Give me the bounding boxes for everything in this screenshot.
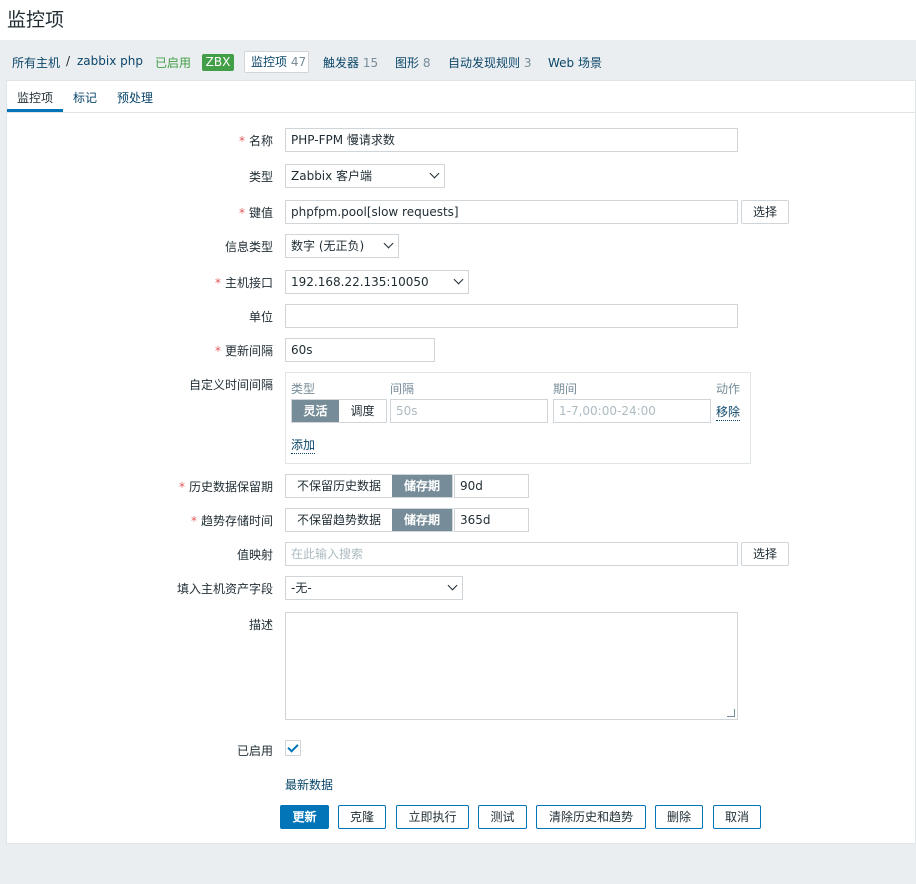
trends-input[interactable]: 365d <box>454 508 529 532</box>
custom-intervals-label: 自定义时间间隔 <box>188 378 273 392</box>
checkmark-icon <box>287 741 299 753</box>
custom-intervals-table: 类型 间隔 期间 动作 灵活 调度 50s 1-7,00:00-24:00 移除… <box>285 372 751 464</box>
type-select[interactable]: Zabbix 客户端 <box>285 164 445 188</box>
ci-flexible-option[interactable]: 灵活 <box>292 400 339 422</box>
inventory-label: 填入主机资产字段 <box>176 582 273 596</box>
ci-remove-link[interactable]: 移除 <box>716 403 741 421</box>
ci-header-type: 类型 <box>291 382 316 396</box>
ci-period-input[interactable]: 1-7,00:00-24:00 <box>553 399 711 423</box>
trends-no-storage-option[interactable]: 不保留趋势数据 <box>286 509 392 531</box>
tab-tags[interactable]: 标记 <box>73 89 97 106</box>
delete-button[interactable]: 删除 <box>655 805 703 829</box>
breadcrumb-items-tab[interactable]: 监控项 47 <box>244 51 309 73</box>
active-tab-indicator <box>7 109 63 112</box>
valuemap-input[interactable]: 在此输入搜索 <box>285 542 738 566</box>
enabled-label: 已启用 <box>236 744 273 758</box>
breadcrumb-all-hosts[interactable]: 所有主机 <box>12 54 60 71</box>
name-label: * 名称 <box>238 134 273 148</box>
info-type-label: 信息类型 <box>224 240 273 254</box>
history-storage-option[interactable]: 储存期 <box>392 475 452 497</box>
breadcrumb-graphs[interactable]: 图形 8 <box>395 54 430 71</box>
breadcrumb-separator: / <box>66 54 71 68</box>
history-input[interactable]: 90d <box>454 474 529 498</box>
clone-button[interactable]: 克隆 <box>338 805 386 829</box>
chevron-down-icon <box>383 238 394 249</box>
history-toggle: 不保留历史数据 储存期 <box>285 474 453 498</box>
valuemap-select-button[interactable]: 选择 <box>741 542 789 566</box>
breadcrumb-host[interactable]: zabbix php <box>77 54 143 68</box>
test-button[interactable]: 测试 <box>478 805 527 829</box>
valuemap-label: 值映射 <box>236 548 273 562</box>
key-select-button[interactable]: 选择 <box>741 200 789 224</box>
page-header: 监控项 <box>0 0 916 40</box>
chevron-down-icon <box>429 168 440 179</box>
chevron-down-icon <box>453 274 464 285</box>
ci-header-interval: 间隔 <box>390 382 415 396</box>
trends-label: * 趋势存储时间 <box>190 514 273 528</box>
page-title: 监控项 <box>7 9 65 31</box>
breadcrumb-web[interactable]: Web 场景 <box>548 54 602 71</box>
execute-now-button[interactable]: 立即执行 <box>396 805 469 829</box>
form-tabs: 监控项 标记 预处理 <box>7 81 916 113</box>
units-input[interactable] <box>285 304 738 328</box>
history-label: * 历史数据保留期 <box>178 480 273 494</box>
inventory-select[interactable]: -无- <box>285 576 463 600</box>
trends-toggle: 不保留趋势数据 储存期 <box>285 508 453 532</box>
tab-preprocessing[interactable]: 预处理 <box>117 89 153 106</box>
type-label: 类型 <box>248 170 273 184</box>
units-label: 单位 <box>248 310 273 324</box>
ci-scheduling-option[interactable]: 调度 <box>339 400 386 422</box>
item-form: 监控项 标记 预处理 * 名称 PHP-FPM 慢请求数 类型 Zabbix 客户… <box>6 80 916 844</box>
description-label: 描述 <box>248 618 273 632</box>
interface-label: * 主机接口 <box>214 276 273 290</box>
zbx-availability-badge: ZBX <box>202 54 234 71</box>
ci-add-link[interactable]: 添加 <box>291 436 316 454</box>
interface-select[interactable]: 192.168.22.135:10050 <box>285 270 469 294</box>
info-type-select[interactable]: 数字 (无正负) <box>285 234 399 258</box>
enabled-checkbox[interactable] <box>285 740 301 756</box>
chevron-down-icon <box>447 580 458 591</box>
update-button[interactable]: 更新 <box>280 805 329 829</box>
description-textarea[interactable] <box>285 612 738 720</box>
key-label: * 键值 <box>238 206 273 220</box>
name-input[interactable]: PHP-FPM 慢请求数 <box>285 128 738 152</box>
ci-header-action: 动作 <box>716 382 741 396</box>
update-interval-label: * 更新间隔 <box>214 344 273 358</box>
cancel-button[interactable]: 取消 <box>713 805 761 829</box>
ci-type-toggle: 灵活 调度 <box>291 399 387 423</box>
breadcrumb-discovery[interactable]: 自动发现规则 3 <box>448 54 531 71</box>
trends-storage-option[interactable]: 储存期 <box>392 509 452 531</box>
host-status-enabled[interactable]: 已启用 <box>155 54 191 71</box>
resize-handle-icon[interactable] <box>727 709 735 717</box>
latest-data-link[interactable]: 最新数据 <box>285 776 333 793</box>
ci-interval-input[interactable]: 50s <box>390 399 548 423</box>
key-input[interactable]: phpfpm.pool[slow requests] <box>285 200 738 224</box>
history-no-storage-option[interactable]: 不保留历史数据 <box>286 475 392 497</box>
ci-header-period: 期间 <box>553 382 578 396</box>
tab-item[interactable]: 监控项 <box>17 89 53 106</box>
breadcrumb-triggers[interactable]: 触发器 15 <box>323 54 378 71</box>
update-interval-input[interactable]: 60s <box>285 338 435 362</box>
clear-history-button[interactable]: 清除历史和趋势 <box>536 805 646 829</box>
